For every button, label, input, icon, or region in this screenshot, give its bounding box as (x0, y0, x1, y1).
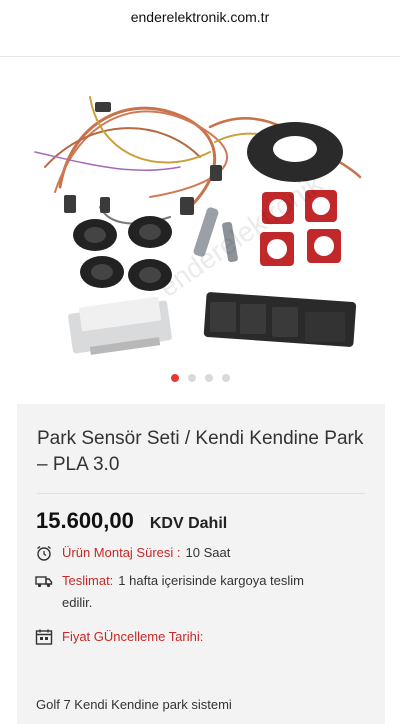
product-image-gallery[interactable]: enderelektronik (0, 57, 400, 393)
url-text: enderelektronik.com.tr (130, 9, 270, 25)
control-module (68, 296, 172, 355)
alarm-clock-icon (37, 545, 51, 561)
product-image: enderelektronik (34, 96, 362, 355)
install-time-row: Ürün Montaj Süresi : 10 Saat (35, 542, 230, 564)
vat-label: KDV Dahil (149, 515, 228, 532)
product-description: Golf 7 Kendi Kendine park sistemi (36, 697, 232, 712)
switch-panel (203, 292, 357, 347)
price-update-label: Fiyat GÜncelleme Tarihi: (62, 629, 204, 644)
delivery-text: Teslimat: 1 hafta içerisinde kargoya tesl… (62, 570, 335, 614)
calendar-icon (35, 629, 53, 645)
product-title: Park Sensör Seti / Kendi Kendine Park – … (37, 428, 364, 475)
price-row: 15.600,00 KDV Dahil (36, 508, 227, 534)
gallery-dot-4[interactable] (221, 374, 230, 382)
title-divider (37, 493, 365, 494)
product-summary: Park Sensör Seti / Kendi Kendine Park – … (17, 404, 385, 724)
watermark-text: enderelektronik (153, 167, 328, 303)
price-update-row: Fiyat GÜncelleme Tarihi: (35, 626, 208, 648)
delivery-label: Teslimat: (62, 573, 114, 588)
truck-icon (35, 576, 53, 588)
address-bar[interactable]: enderelektronik.com.tr (0, 0, 400, 34)
price: 15.600,00 (36, 508, 134, 533)
gallery-dot-1[interactable] (170, 374, 179, 382)
gallery-pagination[interactable] (0, 374, 400, 386)
tape-roll (247, 122, 343, 182)
install-time-label: Ürün Montaj Süresi : (62, 545, 181, 560)
delivery-row: Teslimat: 1 hafta içerisinde kargoya tesl… (35, 570, 335, 614)
install-time-value: 10 Saat (185, 545, 231, 560)
gallery-dot-2[interactable] (187, 374, 196, 382)
gallery-dot-3[interactable] (204, 374, 213, 382)
